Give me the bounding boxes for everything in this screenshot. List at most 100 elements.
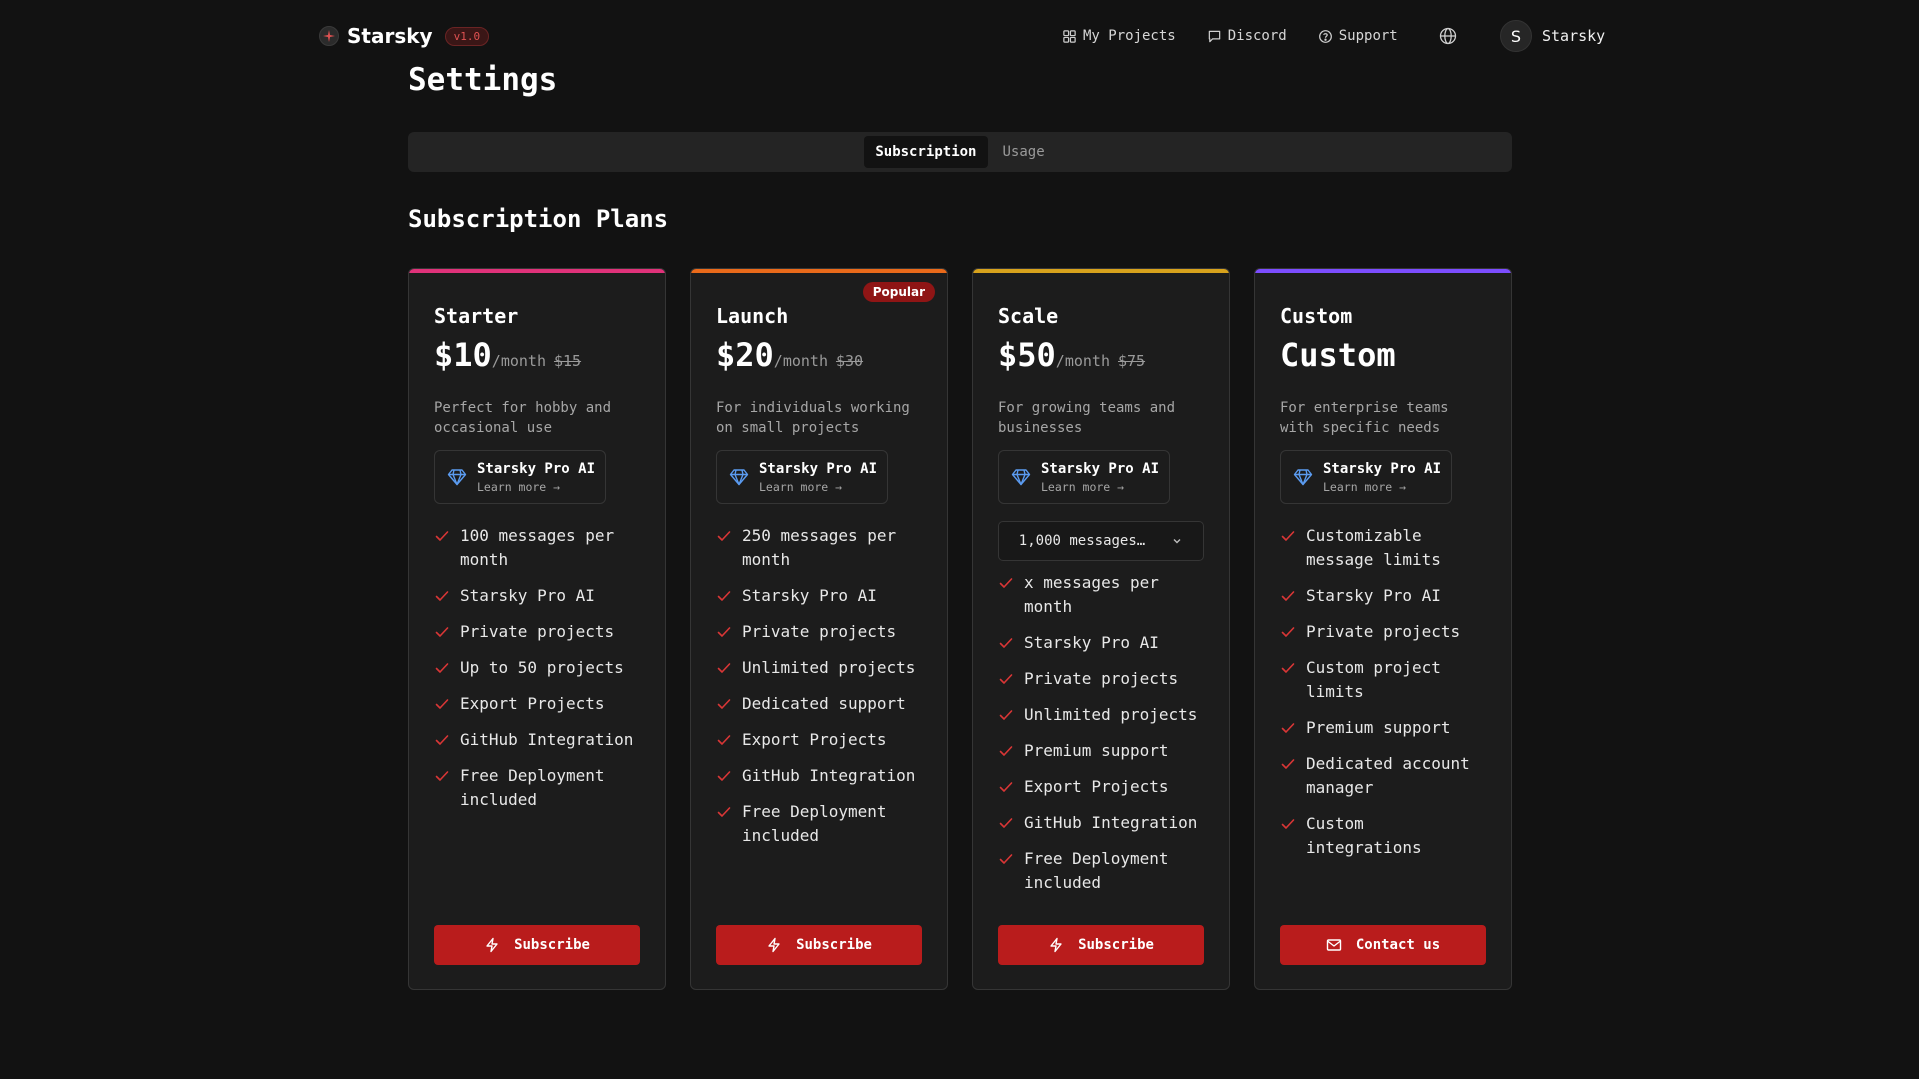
diamond-icon [729,469,749,486]
feature-item: GitHub Integration [434,728,642,752]
user-name: Starsky [1542,27,1606,45]
feature-label: Starsky Pro AI [1024,633,1159,652]
feature-item: Private projects [1280,620,1488,644]
subscribe-button[interactable]: Subscribe [998,925,1204,965]
feature-label: GitHub Integration [1024,813,1198,832]
tab-usage[interactable]: Usage [992,136,1056,168]
learn-more-link[interactable]: Learn more → [1041,480,1159,494]
feature-label: Dedicated account manager [1306,754,1470,797]
feature-label: Private projects [1024,669,1179,688]
check-icon [1281,627,1295,637]
check-icon [717,735,731,745]
check-icon [1281,591,1295,601]
user-menu[interactable]: S Starsky [1500,19,1605,53]
contact-us-button[interactable]: Contact us [1280,925,1486,965]
price-period: /month [491,352,546,370]
price: $10 [434,336,492,374]
brand[interactable]: Starsky v1.0 [319,22,490,50]
learn-more-link[interactable]: Learn more → [1323,480,1441,494]
plan-card-starter: Starter $10 /month $15 Perfect for hobby… [408,268,666,990]
version-badge: v1.0 [444,26,490,46]
old-price: $75 [1117,352,1146,370]
check-icon [999,746,1013,756]
feature-item: Unlimited projects [716,656,924,680]
pro-ai-title: Starsky Pro AI [477,460,596,477]
plan-name: Starter [434,304,519,328]
zap-icon [1050,937,1062,953]
subscribe-button[interactable]: Subscribe [434,925,640,965]
check-icon [435,735,449,745]
price-row: $10 /month $15 [434,336,642,374]
plan-cards: Starter $10 /month $15 Perfect for hobby… [408,268,1512,990]
feature-item: Dedicated account manager [1280,752,1488,800]
feature-list: 250 messages per month Starsky Pro AI Priv… [716,524,924,848]
plan-description: For individuals working on small project… [716,400,910,436]
price-row: Custom [1280,336,1488,374]
help-circle-icon [1318,29,1332,43]
feature-label: Unlimited projects [1024,705,1198,724]
starsky-logo-icon [319,26,339,46]
check-icon [1281,759,1295,769]
learn-more-link[interactable]: Learn more → [477,480,595,494]
check-icon [435,627,449,637]
feature-label: x messages per month [1024,573,1159,616]
check-icon [999,818,1013,828]
nav-discord-label: Discord [1227,28,1287,44]
check-icon [1281,723,1295,733]
pro-ai-title: Starsky Pro AI [759,460,878,477]
learn-more-link[interactable]: Learn more → [759,480,877,494]
plan-name: Scale [998,304,1059,328]
check-icon [717,663,731,673]
check-icon [1281,819,1295,829]
feature-label: Private projects [460,622,615,641]
plan-card-custom: Custom Custom For enterprise teams with … [1254,268,1512,990]
feature-label: Starsky Pro AI [742,586,877,605]
feature-label: GitHub Integration [460,730,634,749]
feature-label: Up to 50 projects [460,658,624,677]
feature-item: 250 messages per month [716,524,924,572]
feature-label: Premium support [1306,718,1451,737]
price: $20 [716,336,774,374]
nav-my-projects[interactable]: My Projects [1062,28,1176,44]
feature-item: Starsky Pro AI [434,584,642,608]
check-icon [717,531,731,541]
feature-item: Private projects [998,667,1206,691]
tab-subscription[interactable]: Subscription [864,136,988,168]
mail-icon [1326,939,1342,951]
feature-item: Up to 50 projects [434,656,642,680]
check-icon [999,854,1013,864]
check-icon [1281,531,1295,541]
pro-ai-link[interactable]: Starsky Pro AI Learn more → [716,450,888,504]
globe-icon [1439,27,1457,45]
page-title: Settings [408,62,558,98]
messages-select-value: 1,000 messages… [1018,533,1146,549]
feature-label: Custom project limits [1306,658,1441,701]
feature-item: Starsky Pro AI [998,631,1206,655]
feature-item: Custom project limits [1280,656,1488,704]
feature-label: Export Projects [742,730,887,749]
subscribe-button[interactable]: Subscribe [716,925,922,965]
check-icon [435,663,449,673]
section-title: Subscription Plans [408,205,669,233]
nav-discord[interactable]: Discord [1207,28,1287,44]
contact-us-button-label: Contact us [1355,937,1441,953]
price-period: /month [1055,352,1110,370]
check-icon [435,531,449,541]
pro-ai-link[interactable]: Starsky Pro AI Learn more → [1280,450,1452,504]
pro-ai-link[interactable]: Starsky Pro AI Learn more → [998,450,1170,504]
nav-my-projects-label: My Projects [1083,28,1176,44]
feature-label: Customizable message limits [1306,526,1441,569]
check-icon [717,807,731,817]
old-price: $30 [835,352,864,370]
nav-support[interactable]: Support [1318,28,1398,44]
feature-item: Dedicated support [716,692,924,716]
feature-label: Private projects [742,622,897,641]
subscribe-button-label: Subscribe [796,937,872,953]
messages-select[interactable]: 1,000 messages… [998,521,1204,561]
feature-item: Customizable message limits [1280,524,1488,572]
pro-ai-link[interactable]: Starsky Pro AI Learn more → [434,450,606,504]
card-accent-bar [691,269,947,273]
feature-label: Starsky Pro AI [1306,586,1441,605]
price-period: /month [773,352,828,370]
language-button[interactable] [1438,26,1458,46]
